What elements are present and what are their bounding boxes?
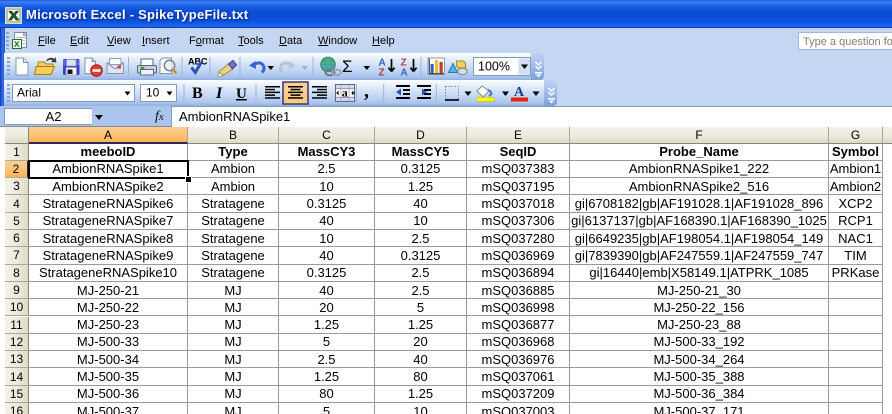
svg-text:Arial: Arial: [17, 86, 41, 100]
svg-text:B: B: [192, 85, 203, 102]
svg-text:100%: 100%: [478, 60, 510, 74]
svg-text:I: I: [215, 85, 223, 102]
svg-text:Z: Z: [379, 68, 385, 79]
svg-text:U: U: [236, 86, 247, 102]
svg-text:10: 10: [146, 86, 160, 100]
svg-text:A: A: [401, 68, 408, 79]
svg-text:a: a: [342, 86, 348, 100]
svg-text:,: ,: [364, 80, 369, 102]
svg-text:Σ: Σ: [342, 57, 353, 76]
